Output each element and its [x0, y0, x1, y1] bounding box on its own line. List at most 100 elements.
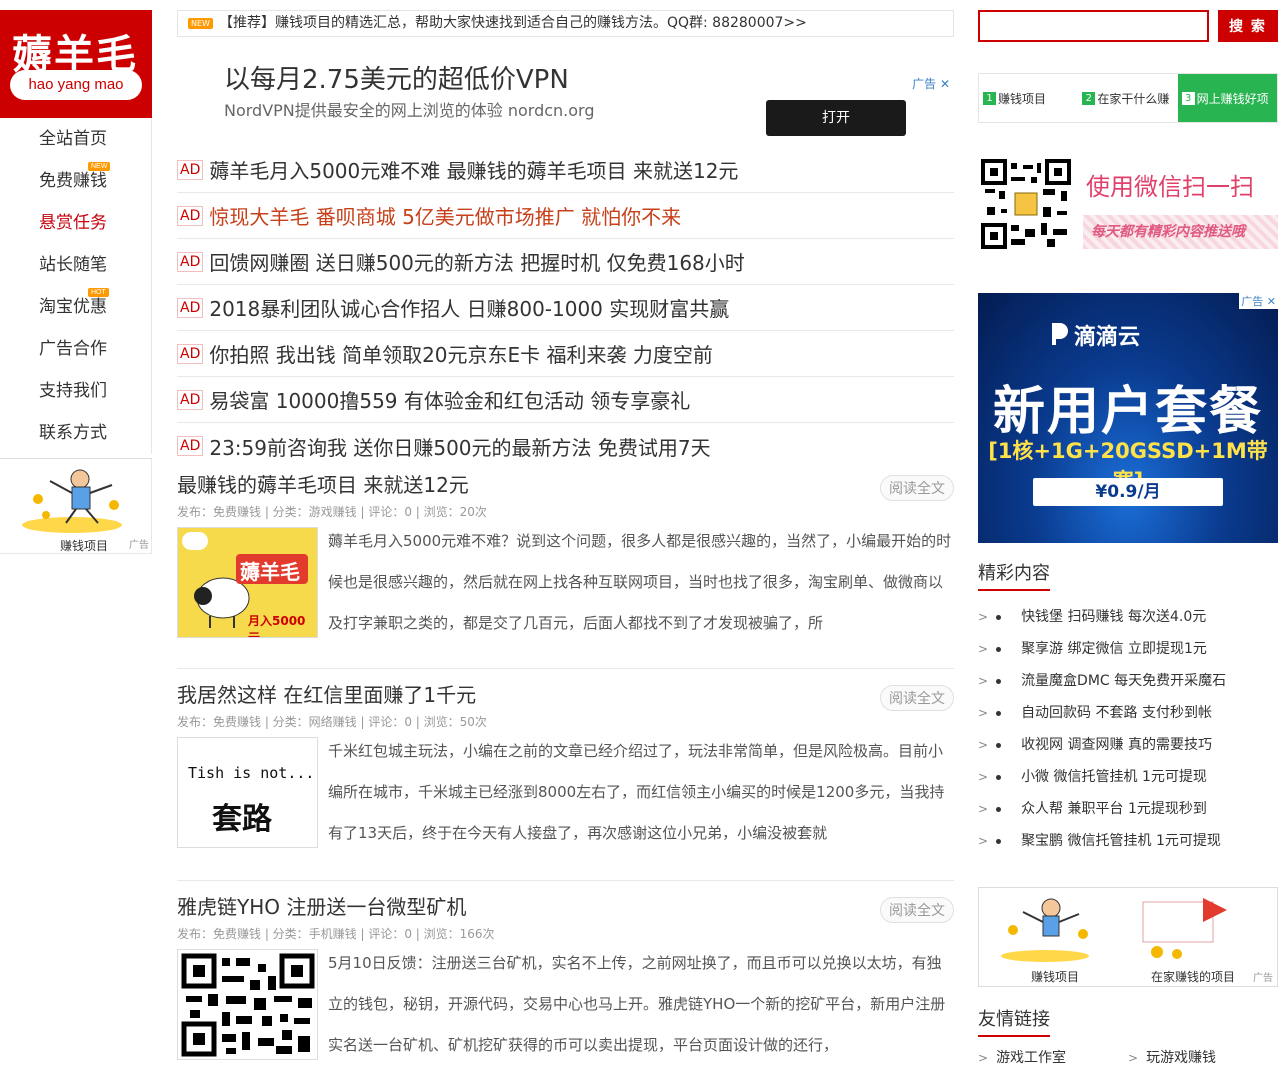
search-button[interactable]: 搜 索 [1218, 10, 1278, 42]
nav-label: 全站首页 [39, 129, 107, 149]
list-item-text: 收视网 调查网赚 真的需要技巧 [1021, 737, 1212, 753]
cartoon-illustration [22, 469, 122, 533]
nav-item-support[interactable]: 支持我们 [0, 370, 151, 412]
ad-link-row[interactable]: AD 回馈网赚圈 送日赚500元的新方法 把握时机 仅免费168小时 [177, 239, 954, 285]
friend-link[interactable]: > 游戏工作室 [978, 1047, 1128, 1067]
ad-label: 广告 [1253, 973, 1273, 984]
new-badge: NEW [88, 162, 111, 171]
friend-links-row: > 游戏工作室 > 玩游戏赚钱 [978, 1047, 1278, 1067]
friend-link-text: 游戏工作室 [996, 1050, 1067, 1066]
cloud-banner-ad[interactable]: 广告 ✕ 滴滴云 新用户套餐 [1核+1G+20GSSD+1M带宽] ¥0.9/… [978, 293, 1278, 543]
ad-caption: 赚钱项目 [1031, 970, 1080, 984]
ad-link-row[interactable]: AD 易袋富 10000撸559 有体验金和红包活动 领专享豪礼 [177, 377, 954, 423]
wechat-title: 使用微信扫一扫 [1086, 173, 1254, 201]
wechat-subtitle: 每天都有精彩内容推送哦 [1083, 215, 1278, 249]
list-item[interactable]: > 快钱堡 扫码赚钱 每次送4.0元 [978, 601, 1278, 633]
thumb-subtext: 月入5000元 [248, 614, 306, 638]
list-item[interactable]: > 小微 微信托管挂机 1元可提现 [978, 761, 1278, 793]
ad-link-row[interactable]: AD 惊现大羊毛 番呗商城 5亿美元做市场推广 就怕你不来 [177, 193, 954, 239]
ad-tag: AD [177, 436, 204, 456]
list-item-text: 聚享游 绑定微信 立即提现1元 [1021, 641, 1207, 657]
friend-link[interactable]: > 玩游戏赚钱 [1128, 1047, 1278, 1067]
tab-label: 网上赚钱好项 [1196, 91, 1269, 106]
post-title[interactable]: 我居然这样 在红信里面赚了1千元 [177, 679, 954, 711]
notice-bar[interactable]: NEW 【推荐】赚钱项目的精选汇总，帮助大家快速找到适合自己的赚钱方法。QQ群: … [177, 10, 954, 37]
ad-caption: 在家赚钱的项目 [1151, 970, 1236, 984]
dual-image-ad[interactable]: 赚钱项目 在家赚钱的项目 广告 [978, 887, 1278, 987]
ad-label[interactable]: 广告 ✕ [912, 75, 950, 92]
ad-link-row[interactable]: AD 23:59前咨询我 送你日赚500元的最新方法 免费试用7天 [177, 423, 954, 469]
tab-label: 在家干什么赚 [1097, 91, 1170, 106]
ad-tag: AD [177, 205, 204, 226]
nav-label: 悬赏任务 [39, 213, 107, 233]
nav-item-free-earn[interactable]: 免费赚钱 NEW [0, 160, 151, 202]
notice-text: 【推荐】赚钱项目的精选汇总，帮助大家快速找到适合自己的赚钱方法。QQ群: 882… [218, 15, 807, 31]
ad-brand: 滴滴云 [1074, 325, 1141, 350]
post-title[interactable]: 最赚钱的薅羊毛项目 来就送12元 [177, 469, 954, 501]
tab-online-earn[interactable]: 3 网上赚钱好项 [1177, 74, 1277, 122]
post-thumbnail[interactable] [177, 949, 318, 1060]
nav-item-reward-tasks[interactable]: 悬赏任务 [0, 202, 151, 244]
chevron-right-icon: > [1128, 1051, 1139, 1065]
ad-link-row[interactable]: AD 2018暴利团队诚心合作招人 日赚800-1000 实现财富共赢 [177, 285, 954, 331]
ad-link-title: 回馈网赚圈 送日赚500元的新方法 把握时机 仅免费168小时 [209, 251, 745, 275]
thumb-text: 薅羊毛 [240, 560, 300, 584]
chevron-right-icon: > [978, 802, 989, 816]
nav-item-taobao[interactable]: 淘宝优惠 HOT [0, 286, 151, 328]
list-item-text: 众人帮 兼职平台 1元提现秒到 [1021, 801, 1207, 817]
nav-label: 联系方式 [39, 423, 107, 443]
nav-label: 支持我们 [39, 381, 107, 401]
list-item[interactable]: > 收视网 调查网赚 真的需要技巧 [978, 729, 1278, 761]
open-button[interactable]: 打开 [766, 100, 906, 136]
left-sidebar: 薅羊毛 hao yang mao 全站首页 免费赚钱 NEW 悬赏任务 站长随笔 … [0, 10, 152, 554]
nav-item-home[interactable]: 全站首页 [0, 118, 151, 160]
ad-tag: AD [177, 297, 204, 318]
chevron-right-icon: > [978, 738, 989, 752]
ad-tag: AD [177, 159, 204, 180]
ad-price[interactable]: ¥0.9/月 [1033, 478, 1223, 506]
nav-label: 淘宝优惠 [39, 297, 107, 317]
home-earn-illustration [1142, 898, 1227, 959]
ad-subtitle: NordVPN提供最安全的网上浏览的体验 nordcn.org [224, 101, 595, 120]
read-more-button[interactable]: 阅读全文 [880, 475, 954, 501]
chevron-right-icon: > [978, 642, 989, 656]
sidebar-ad[interactable]: 赚钱项目 广告 [0, 458, 152, 554]
didi-cloud-logo-icon [1052, 323, 1068, 345]
bullet-icon [996, 774, 1002, 780]
ad-headline: 新用户套餐 [992, 382, 1263, 442]
list-item-text: 快钱堡 扫码赚钱 每次送4.0元 [1021, 609, 1207, 625]
chevron-right-icon: > [978, 610, 989, 624]
ad-link-row[interactable]: AD 薅羊毛月入5000元难不难 最赚钱的薅羊毛项目 来就送12元 [177, 147, 954, 193]
list-item[interactable]: > 自动回款码 不套路 支付秒到帐 [978, 697, 1278, 729]
ad-link-row[interactable]: AD 你拍照 我出钱 简单领取20元京东E卡 福利来袭 力度空前 [177, 331, 954, 377]
nav-item-advertise[interactable]: 广告合作 [0, 328, 151, 370]
post-thumbnail[interactable]: 薅羊毛 月入5000元 [177, 527, 318, 638]
thumb-subtext: 套路 [212, 802, 272, 837]
post-thumbnail[interactable]: Tish is not... 套路 [177, 737, 318, 848]
list-item[interactable]: > 众人帮 兼职平台 1元提现秒到 [978, 793, 1278, 825]
post-excerpt: 薅羊毛月入5000元难不难？说到这个问题，很多人都是很感兴趣的，当然了，小编最开… [328, 532, 952, 632]
list-item[interactable]: > 聚享游 绑定微信 立即提现1元 [978, 633, 1278, 665]
ad-link-title: 23:59前咨询我 送你日赚500元的最新方法 免费试用7天 [209, 435, 711, 460]
ad-label[interactable]: 广告 ✕ [1239, 293, 1278, 309]
wechat-promo: 使用微信扫一扫 每天都有精彩内容推送哦 [978, 157, 1278, 251]
qr-code-icon [181, 953, 315, 1057]
top-banner-ad[interactable]: 广告 ✕ 以每月2.75美元的超低价VPN NordVPN提供最安全的网上浏览的… [177, 37, 954, 137]
chevron-right-icon: > [978, 674, 989, 688]
tab-earn-projects[interactable]: 1 赚钱项目 [979, 74, 1078, 122]
list-item[interactable]: > 聚宝鹏 微信托管挂机 1元可提现 [978, 825, 1278, 857]
bullet-icon [996, 838, 1002, 844]
list-item[interactable]: > 流量魔盒DMC 每天免费开采魔石 [978, 665, 1278, 697]
search-input[interactable] [978, 10, 1209, 42]
tab-number: 2 [1082, 91, 1096, 105]
read-more-button[interactable]: 阅读全文 [880, 897, 954, 923]
read-more-button[interactable]: 阅读全文 [880, 685, 954, 711]
site-logo[interactable]: 薅羊毛 hao yang mao [0, 10, 152, 118]
post-title[interactable]: 雅虎链YHO 注册送一台微型矿机 [177, 891, 954, 923]
right-sidebar: 搜 索 1 赚钱项目 2 在家干什么赚 3 网上赚钱好项 使用微信扫一扫 每天都有精 [978, 10, 1278, 1067]
list-item-text: 聚宝鹏 微信托管挂机 1元可提现 [1021, 833, 1221, 849]
nav-item-contact[interactable]: 联系方式 [0, 412, 151, 454]
ad-link-title: 易袋富 10000撸559 有体验金和红包活动 领专享豪礼 [209, 389, 691, 413]
tab-home-earn[interactable]: 2 在家干什么赚 [1078, 74, 1177, 122]
nav-item-blog[interactable]: 站长随笔 [0, 244, 151, 286]
